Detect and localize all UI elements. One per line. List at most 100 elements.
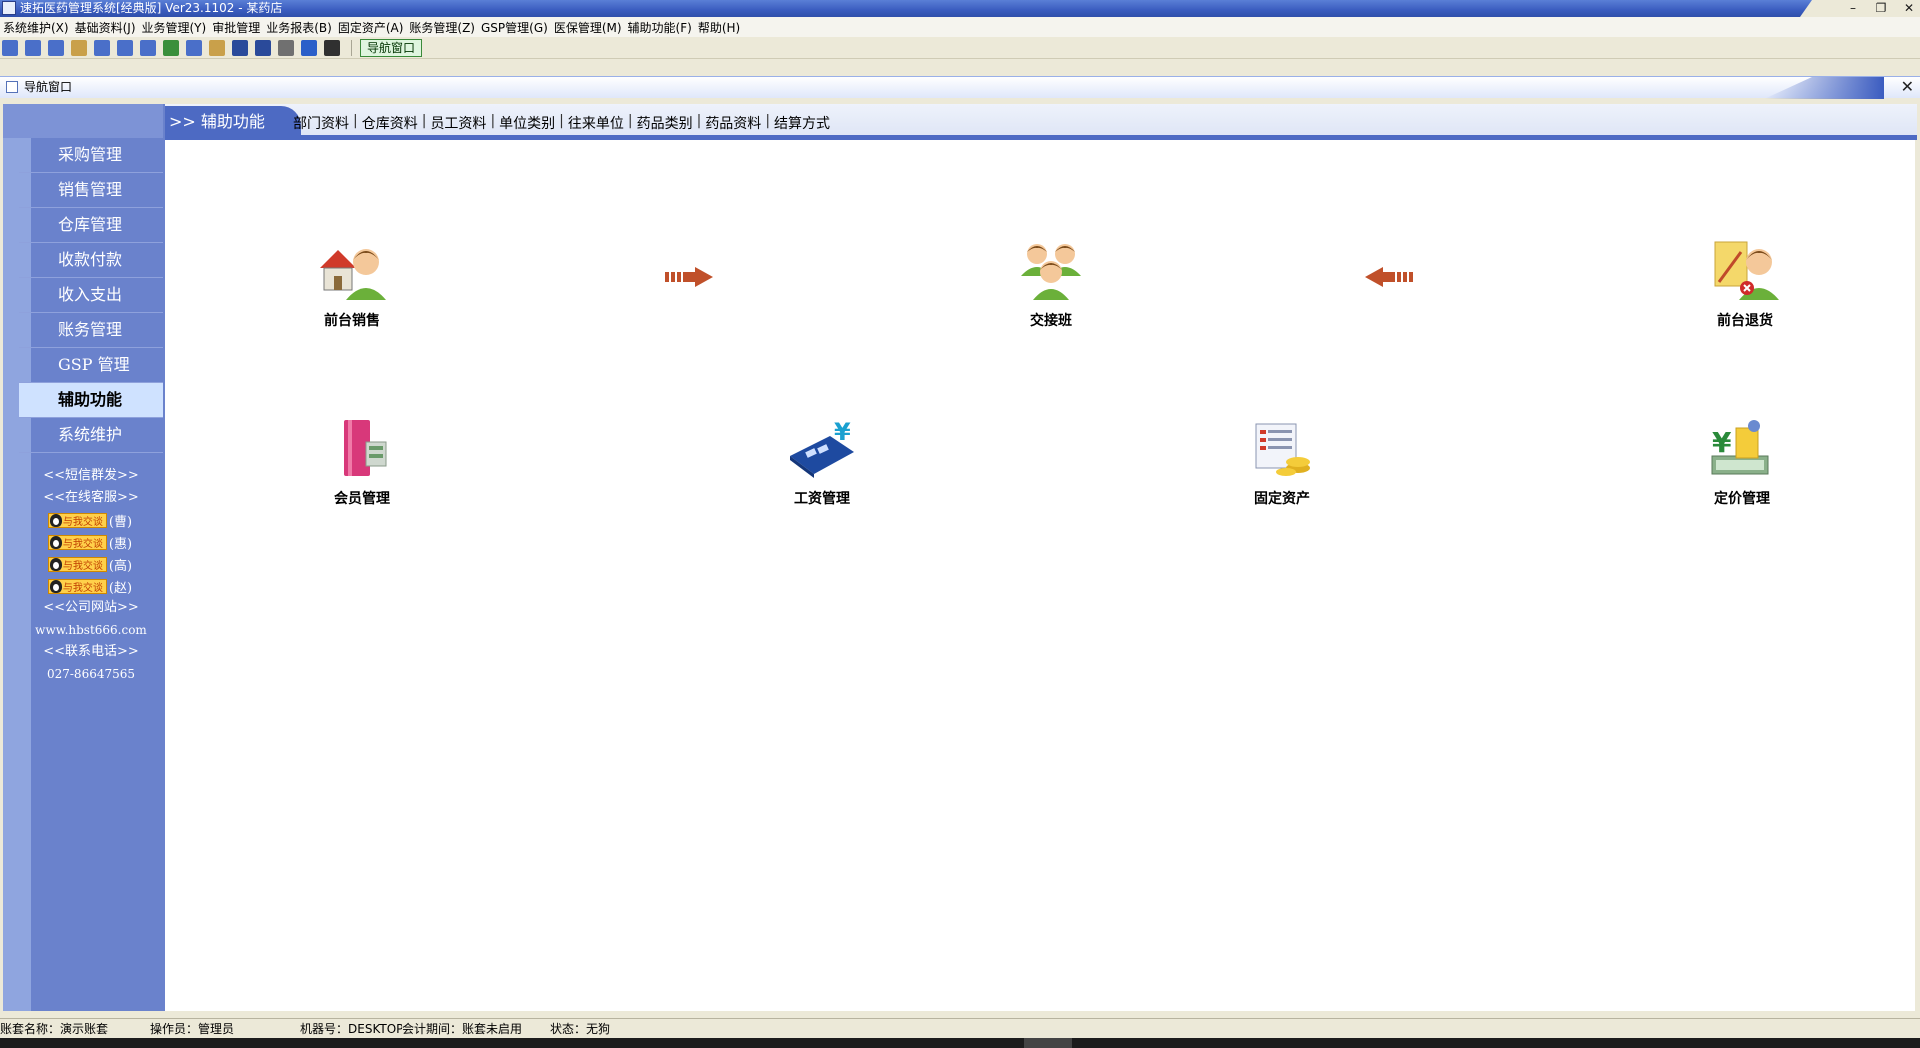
app-icon [2, 1, 16, 15]
sidebar-item-accounting[interactable]: 账务管理 [19, 313, 163, 348]
nav-window-title: 导航窗口 [24, 80, 73, 94]
sidebar-item-purchase[interactable]: 采购管理 [19, 138, 163, 173]
nav-window-button[interactable]: 导航窗口 [360, 38, 423, 57]
function-shift-handover[interactable]: 交接班 [1001, 238, 1101, 330]
nav-window-header: 导航窗口 ✕ [0, 76, 1920, 99]
status-bar: 账套名称：演示账套 操作员：管理员 机器号：DESKTOP-PTQ5H 会计期间… [0, 1018, 1920, 1038]
website-link[interactable]: www.hbst666.com [3, 619, 163, 641]
qq-penguin-icon [49, 557, 62, 571]
function-front-return[interactable]: 前台退货 [1695, 238, 1795, 330]
close-button[interactable]: ✕ [1902, 0, 1916, 16]
function-member-management[interactable]: 会员管理 [312, 416, 412, 508]
nav-window-icon [6, 81, 18, 93]
window-title: 速拓医药管理系统[经典版] Ver23.1102 - 某药店 [20, 1, 283, 15]
toolbar-save-icon[interactable] [255, 39, 271, 56]
qq-chat-badge[interactable]: 与我交谈 [47, 512, 107, 528]
pricing-money-icon: ¥ [1706, 416, 1778, 480]
sidebar-item-sales[interactable]: 销售管理 [19, 173, 163, 208]
sidebar-item-system[interactable]: 系统维护 [19, 418, 163, 453]
toolbar-separator [351, 39, 352, 56]
qq-contact[interactable]: 与我交谈 (高) [3, 553, 163, 575]
sms-link[interactable]: <<短信群发>> [3, 465, 163, 487]
sidebar-header [3, 104, 163, 138]
status-operator: 操作员：管理员 [150, 1022, 235, 1036]
toolbar-print-icon[interactable] [278, 39, 294, 56]
qq-penguin-icon [49, 579, 62, 593]
shift-group-icon [1015, 238, 1087, 302]
toolbar-monitor-icon[interactable] [94, 39, 110, 56]
link-drug-data[interactable]: 药品资料 [705, 113, 761, 133]
toolbar-window-icon[interactable] [2, 39, 18, 56]
link-warehouses[interactable]: 仓库资料 [362, 113, 418, 133]
toolbar-edit-icon[interactable] [71, 39, 87, 56]
function-label: 前台销售 [324, 313, 380, 329]
menu-medical-insurance[interactable]: 医保管理(M) [553, 19, 627, 36]
minimize-button[interactable]: – [1846, 0, 1860, 16]
link-separator: | [627, 113, 633, 129]
function-salary-management[interactable]: ¥ 工资管理 [772, 416, 872, 508]
taskbar [0, 1038, 1920, 1048]
sidebar: 采购管理 销售管理 仓库管理 收款付款 收入支出 账务管理 GSP 管理 辅助功… [3, 104, 163, 1011]
menu-basic-data[interactable]: 基础资料(J) [74, 19, 141, 36]
function-fixed-assets[interactable]: 固定资产 [1232, 416, 1332, 508]
qq-contact-name: (曹) [108, 514, 133, 530]
qq-chat-badge[interactable]: 与我交谈 [47, 534, 107, 550]
function-label: 交接班 [1030, 313, 1072, 329]
arrow-left-icon [1365, 267, 1413, 287]
toolbar-help-icon[interactable] [301, 39, 317, 56]
menu-system[interactable]: 系统维护(X) [2, 19, 74, 36]
sidebar-item-gsp[interactable]: GSP 管理 [19, 348, 163, 383]
link-employees[interactable]: 员工资料 [430, 113, 486, 133]
taskbar-item[interactable] [1024, 1038, 1072, 1048]
online-service-label: <<在线客服>> [43, 490, 139, 505]
status-dongle: 状态：无狗 [550, 1022, 611, 1036]
phone-label: <<联系电话>> [43, 644, 139, 659]
function-label: 会员管理 [334, 491, 390, 507]
nav-close-icon[interactable]: ✕ [1901, 77, 1914, 97]
toolbar-exit-icon[interactable] [324, 39, 340, 56]
menu-gsp[interactable]: GSP管理(G) [480, 19, 553, 36]
website-label: <<公司网站>> [43, 600, 139, 615]
menu-help[interactable]: 帮助(H) [697, 19, 745, 36]
menu-accounting[interactable]: 账务管理(Z) [408, 19, 480, 36]
menu-auxiliary[interactable]: 辅助功能(F) [627, 19, 697, 36]
sidebar-item-payments[interactable]: 收款付款 [19, 243, 163, 278]
cashier-person-icon [316, 238, 388, 302]
main-panel: >> 辅助功能 部门资料 | 仓库资料 | 员工资料 | 单位类别 | 往来单位 | 药品… [163, 104, 1917, 1011]
arrow-right-icon [665, 267, 713, 287]
qq-contact[interactable]: 与我交谈 (曹) [3, 509, 163, 531]
qq-chat-badge[interactable]: 与我交谈 [47, 578, 107, 594]
toolbar-document-icon[interactable] [117, 39, 133, 56]
link-drug-categories[interactable]: 药品类别 [637, 113, 693, 133]
qq-contact-name: (赵) [108, 580, 133, 596]
toolbar-transfer-icon[interactable] [140, 39, 156, 56]
link-separator: | [696, 113, 702, 129]
restore-button[interactable]: ❐ [1874, 0, 1888, 16]
link-departments[interactable]: 部门资料 [293, 113, 349, 133]
toolbar-cascade-icon[interactable] [48, 39, 64, 56]
function-label: 前台退货 [1717, 313, 1773, 329]
sidebar-item-income-expense[interactable]: 收入支出 [19, 278, 163, 313]
qq-contact[interactable]: 与我交谈 (惠) [3, 531, 163, 553]
menu-fixed-assets[interactable]: 固定资产(A) [337, 19, 409, 36]
title-bar: 速拓医药管理系统[经典版] Ver23.1102 - 某药店 [0, 0, 1920, 17]
menu-approval[interactable]: 审批管理 [211, 19, 265, 36]
link-settlement[interactable]: 结算方式 [774, 113, 830, 133]
function-pricing-management[interactable]: ¥ 定价管理 [1692, 416, 1792, 508]
toolbar-folder-icon[interactable] [209, 39, 225, 56]
link-partners[interactable]: 往来单位 [568, 113, 624, 133]
status-period: 会计期间：账套未启用 [402, 1022, 523, 1036]
menu-reports[interactable]: 业务报表(B) [265, 19, 337, 36]
toolbar-report-icon[interactable] [186, 39, 202, 56]
sidebar-item-warehouse[interactable]: 仓库管理 [19, 208, 163, 243]
qq-contact[interactable]: 与我交谈 (赵) [3, 575, 163, 597]
salary-card-icon: ¥ [786, 416, 858, 480]
link-unit-categories[interactable]: 单位类别 [499, 113, 555, 133]
menu-business[interactable]: 业务管理(Y) [141, 19, 212, 36]
toolbar-card-icon[interactable] [232, 39, 248, 56]
toolbar-users-icon[interactable] [163, 39, 179, 56]
qq-chat-badge[interactable]: 与我交谈 [47, 556, 107, 572]
function-front-sales[interactable]: 前台销售 [302, 238, 402, 330]
toolbar-list-icon[interactable] [25, 39, 41, 56]
sidebar-item-auxiliary[interactable]: 辅助功能 [19, 383, 163, 418]
